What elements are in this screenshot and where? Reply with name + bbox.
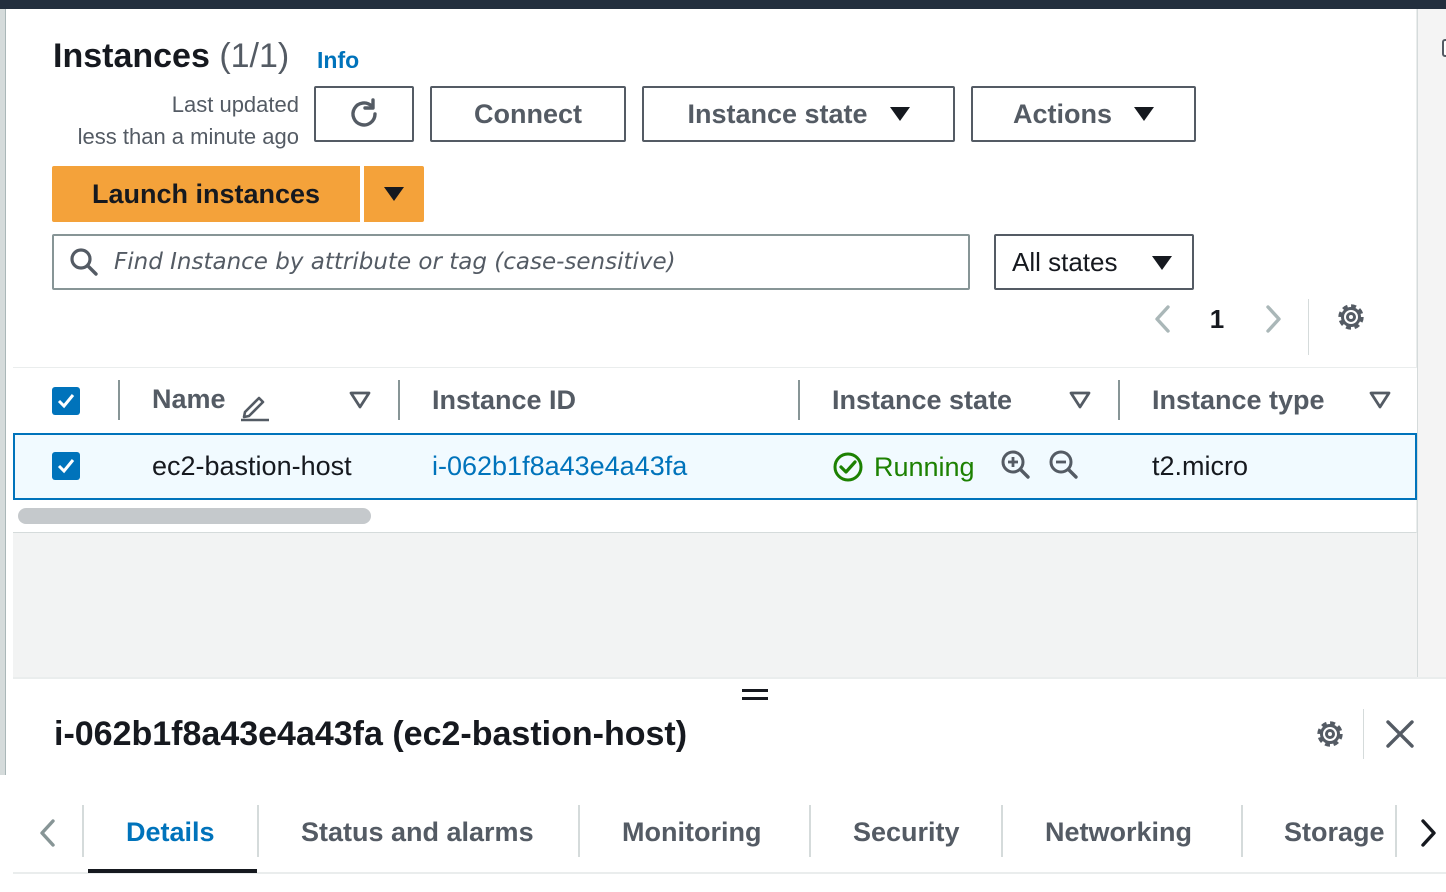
select-all-checkbox[interactable]	[52, 387, 80, 415]
side-panel-icon[interactable]	[1442, 39, 1446, 57]
column-separator	[118, 380, 120, 420]
tab-separator	[1395, 805, 1397, 857]
sort-caret-icon[interactable]	[349, 390, 371, 410]
sort-caret-icon[interactable]	[1069, 390, 1091, 410]
refresh-icon	[351, 98, 377, 127]
split-panel-gap	[13, 533, 1417, 677]
horizontal-scrollbar[interactable]	[18, 508, 371, 524]
tab-monitoring[interactable]: Monitoring	[622, 817, 761, 848]
chevron-left-icon[interactable]	[1148, 301, 1178, 337]
row-checkbox[interactable]	[52, 452, 80, 480]
last-updated: Last updated less than a minute ago	[51, 89, 299, 153]
check-icon	[57, 394, 75, 409]
launch-instances-label: Launch instances	[91, 178, 321, 209]
instance-state-label: Running	[874, 451, 975, 482]
column-separator	[798, 380, 800, 420]
page-title: Instances (1/1)	[53, 37, 289, 76]
state-filter-select[interactable]: All states	[994, 234, 1194, 290]
instance-name: ec2-bastion-host	[152, 451, 352, 481]
pager-divider	[1308, 299, 1309, 355]
tab-security[interactable]: Security	[853, 817, 960, 848]
status-success-icon	[833, 452, 863, 482]
search-box[interactable]	[52, 234, 970, 290]
connect-button-label: Connect	[474, 98, 582, 129]
actions-dropdown[interactable]: Actions	[971, 86, 1196, 142]
tab-details[interactable]: Details	[126, 817, 215, 848]
instance-count: (1/1)	[219, 37, 290, 75]
left-panel-edge	[0, 9, 6, 775]
search-input[interactable]	[114, 249, 954, 275]
instance-state-dropdown[interactable]: Instance state	[642, 86, 955, 142]
caret-down-icon	[1134, 107, 1154, 121]
page-number[interactable]: 1	[1205, 304, 1229, 335]
state-filter-value: All states	[1012, 246, 1118, 277]
check-icon	[57, 459, 75, 474]
close-icon[interactable]	[1383, 717, 1417, 751]
tab-separator	[1001, 805, 1003, 857]
active-tab-indicator	[88, 869, 257, 873]
detail-split-panel: i-062b1f8a43e4a43fa (ec2-bastion-host) D…	[13, 677, 1446, 892]
launch-instances-button[interactable]: Launch instances	[52, 166, 360, 222]
chevron-right-icon[interactable]	[1258, 301, 1288, 337]
instance-state-status: Running	[832, 451, 975, 483]
instance-type: t2.micro	[1152, 451, 1249, 481]
connect-button[interactable]: Connect	[430, 86, 626, 142]
column-separator	[1118, 380, 1120, 420]
resize-handle[interactable]	[742, 689, 768, 703]
table-header: Name Instance ID Instance state Instance…	[13, 367, 1417, 433]
chevron-right-icon[interactable]	[1413, 815, 1443, 851]
column-header-instance-id[interactable]: Instance ID	[432, 385, 576, 416]
column-header-instance-type[interactable]: Instance type	[1152, 385, 1325, 416]
info-link[interactable]: Info	[317, 47, 359, 74]
tab-separator	[1241, 805, 1243, 857]
tab-separator	[257, 805, 259, 857]
detail-title: i-062b1f8a43e4a43fa (ec2-bastion-host)	[54, 715, 688, 753]
column-separator	[398, 380, 400, 420]
instance-id-link[interactable]: i-062b1f8a43e4a43fa	[432, 451, 687, 482]
caret-down-icon	[889, 107, 910, 121]
tab-networking[interactable]: Networking	[1045, 817, 1192, 848]
gear-icon[interactable]	[1333, 299, 1369, 335]
caret-down-icon	[384, 187, 404, 201]
chevron-left-icon[interactable]	[33, 815, 63, 851]
zoom-in-icon[interactable]	[1000, 449, 1032, 481]
sort-caret-icon[interactable]	[1369, 390, 1391, 410]
page-title-text: Instances	[53, 37, 210, 75]
table-row[interactable]: ec2-bastion-host i-062b1f8a43e4a43fa Run…	[13, 433, 1417, 500]
last-updated-label: Last updated	[171, 92, 299, 117]
tab-separator	[809, 805, 811, 857]
search-icon	[54, 246, 114, 278]
edit-pencil-icon	[241, 396, 269, 422]
instance-state-label: Instance state	[687, 98, 868, 129]
caret-down-icon	[1152, 256, 1172, 270]
tab-storage[interactable]: Storage	[1284, 817, 1385, 848]
detail-divider	[1363, 709, 1364, 759]
column-header-instance-state[interactable]: Instance state	[832, 385, 1012, 416]
tab-separator	[578, 805, 580, 857]
launch-options-button[interactable]	[364, 166, 424, 222]
instances-panel: Instances (1/1) Info Last updated less t…	[13, 9, 1417, 533]
tab-separator	[82, 805, 84, 857]
refresh-button[interactable]	[314, 86, 414, 142]
last-updated-value: less than a minute ago	[77, 124, 299, 149]
column-name-label: Name	[152, 384, 226, 414]
column-header-name[interactable]: Name	[152, 384, 226, 415]
gear-icon[interactable]	[1312, 716, 1348, 752]
right-panel-edge	[1417, 9, 1446, 677]
detail-tabs: Details Status and alarms Monitoring Sec…	[13, 799, 1446, 874]
zoom-out-icon[interactable]	[1048, 449, 1080, 481]
console-top-bar	[0, 0, 1446, 9]
tab-status-and-alarms[interactable]: Status and alarms	[301, 817, 534, 848]
actions-label: Actions	[1012, 98, 1112, 129]
